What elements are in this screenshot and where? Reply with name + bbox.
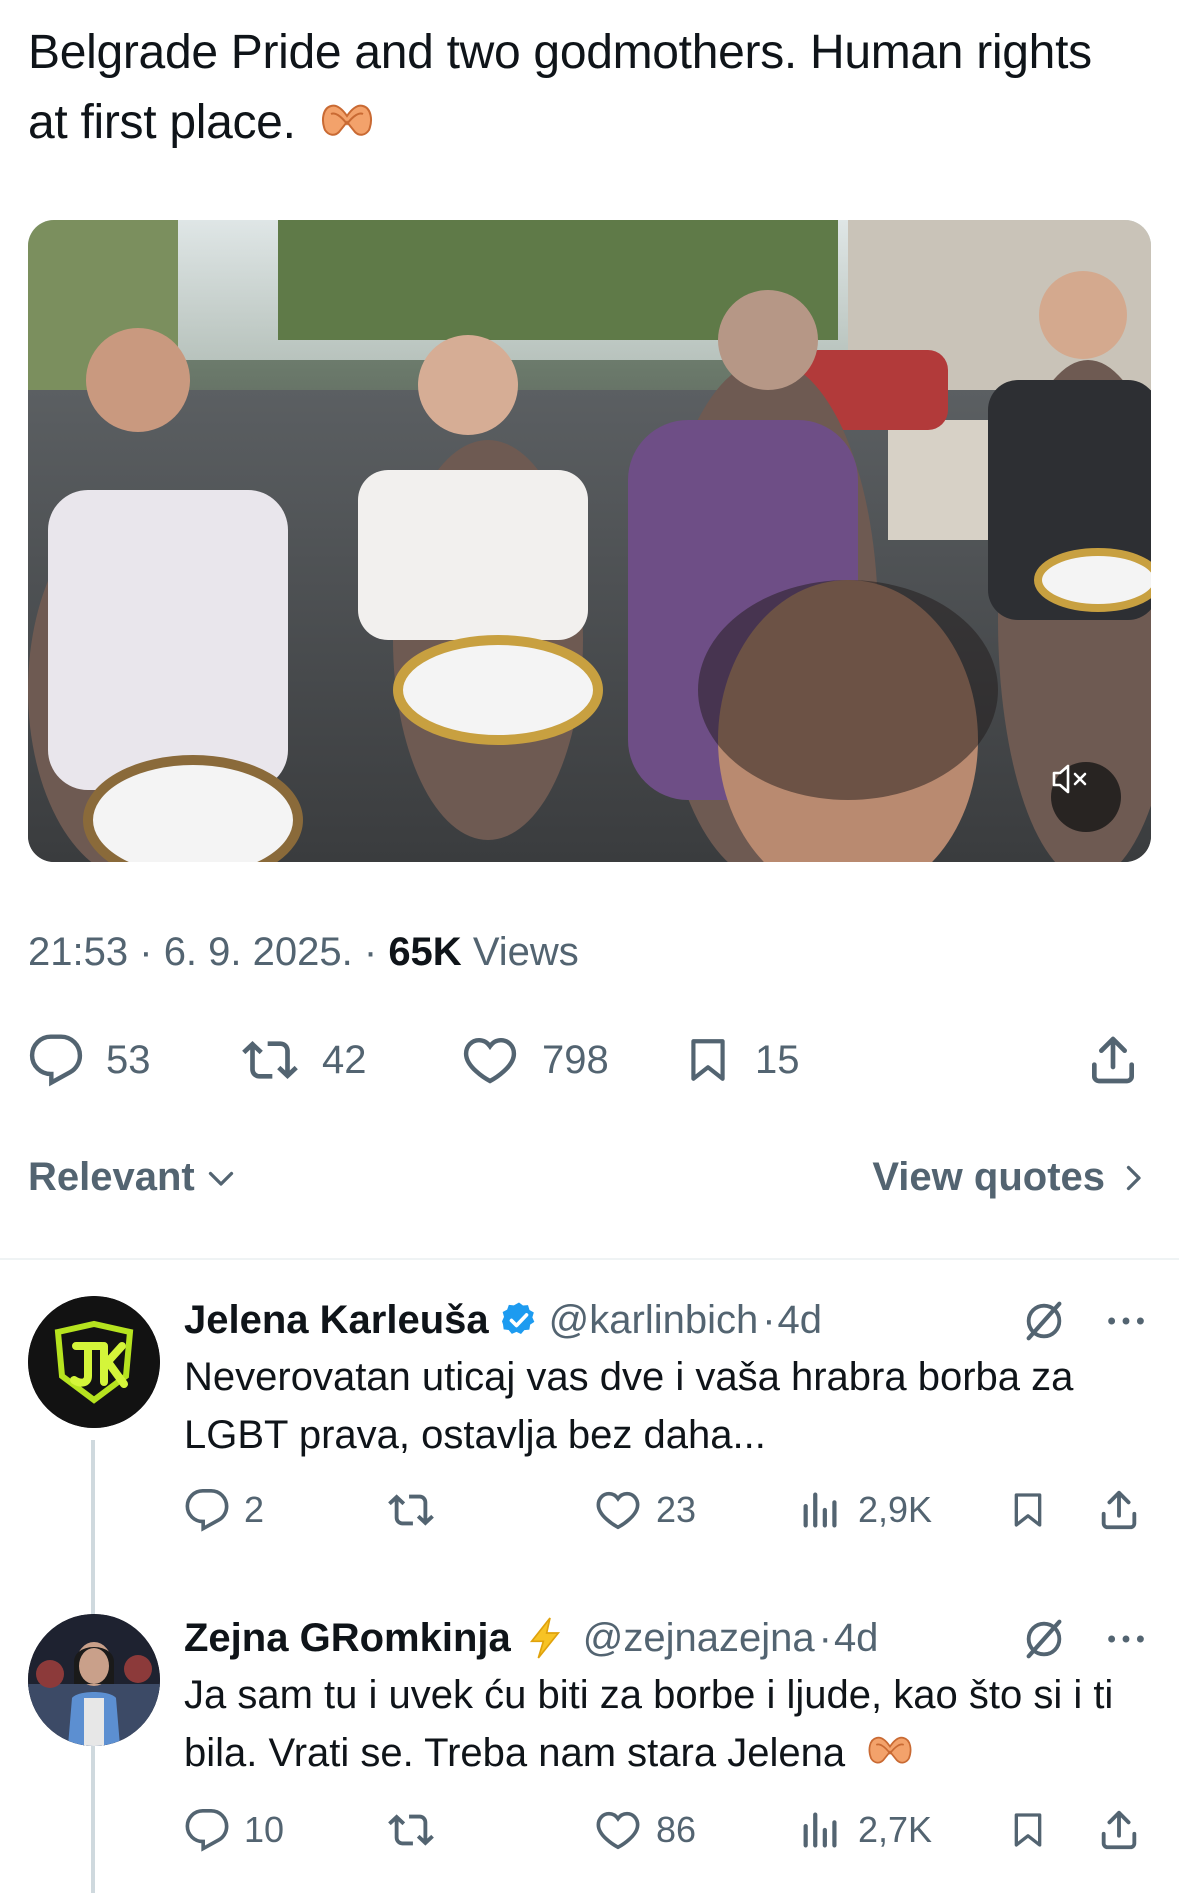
grok-icon <box>1026 1619 1062 1659</box>
grok-button[interactable] <box>1021 1616 1067 1667</box>
reply-button[interactable]: 10 <box>184 1802 284 1858</box>
grok-icon <box>1026 1301 1062 1341</box>
share-button[interactable] <box>1096 1802 1142 1858</box>
heart-icon <box>596 1491 640 1530</box>
share-button[interactable] <box>1096 1482 1142 1538</box>
more-dots-icon <box>1108 1635 1144 1643</box>
view-quotes-link[interactable]: View quotes <box>872 1155 1151 1200</box>
reply-action-bar: 2 23 2,9K <box>184 1482 1144 1538</box>
like-button[interactable]: 798 <box>460 1025 609 1095</box>
speaker-muted-icon <box>1052 764 1087 794</box>
jk-logo-avatar <box>28 1296 160 1428</box>
bookmark-button[interactable] <box>1008 1482 1048 1538</box>
avatar[interactable] <box>28 1296 160 1428</box>
meta-separator: · <box>363 930 378 974</box>
tweet-meta: 21:53 · 6. 9. 2025. · 65K Views <box>28 930 579 975</box>
bookmark-icon <box>1014 1493 1042 1527</box>
age-separator: · <box>762 1297 776 1342</box>
more-dots-icon <box>1108 1317 1144 1325</box>
repost-button[interactable] <box>386 1802 450 1858</box>
reply-button[interactable]: 53 <box>28 1025 151 1095</box>
analytics-icon <box>803 1492 837 1528</box>
reply-sort-row: Relevant View quotes <box>28 1155 1151 1215</box>
bookmark-button[interactable]: 15 <box>683 1025 800 1095</box>
like-count: 798 <box>542 1037 609 1082</box>
reply-icon <box>185 1489 229 1532</box>
views-count: 2,9K <box>858 1489 933 1530</box>
lightning-emoji <box>529 1617 560 1659</box>
reply-button[interactable]: 2 <box>184 1482 264 1538</box>
reply-age[interactable]: 4d <box>834 1616 879 1661</box>
sort-label: Relevant <box>28 1155 195 1199</box>
video-frame <box>28 220 1151 862</box>
views-count: 2,7K <box>858 1809 933 1850</box>
share-icon <box>1092 1036 1134 1084</box>
verified-badge-icon <box>501 1302 534 1334</box>
tweet-action-bar: 53 42 798 15 <box>28 1025 1151 1095</box>
age-separator: · <box>818 1615 832 1660</box>
reply-action-bar: 10 86 2,7K <box>184 1802 1144 1858</box>
views-button[interactable]: 2,9K <box>798 1482 932 1538</box>
author-name[interactable]: Zejna GRomkinja <box>184 1616 511 1661</box>
chevron-down-icon <box>208 1171 233 1186</box>
bookmark-icon <box>1014 1813 1042 1847</box>
reply-icon <box>185 1809 229 1852</box>
repost-button[interactable]: 42 <box>240 1025 367 1095</box>
repost-icon <box>388 1494 434 1526</box>
bookmark-icon <box>691 1039 725 1081</box>
repost-icon <box>388 1814 434 1846</box>
views-label: Views <box>472 930 579 974</box>
reply-count: 53 <box>106 1037 151 1082</box>
reply-header: Jelena Karleuša @karlinbich · 4d <box>184 1290 822 1350</box>
tweet-date[interactable]: 6. 9. 2025. <box>164 930 353 974</box>
bookmark-count: 15 <box>755 1037 800 1082</box>
like-button[interactable]: 86 <box>594 1802 696 1858</box>
bookmark-button[interactable] <box>1008 1802 1048 1858</box>
views-count: 65K <box>388 930 462 974</box>
tweet-text: Belgrade Pride and two godmothers. Human… <box>28 18 1108 160</box>
chevron-right-icon <box>1126 1165 1141 1190</box>
reply-text: Ja sam tu i uvek ću biti za borbe i ljud… <box>184 1666 1144 1784</box>
author-handle[interactable]: @karlinbich <box>549 1298 759 1343</box>
sort-dropdown[interactable]: Relevant <box>28 1155 239 1200</box>
like-button[interactable]: 23 <box>594 1482 696 1538</box>
section-divider <box>0 1258 1179 1260</box>
more-options-button[interactable] <box>1103 1616 1149 1667</box>
avatar[interactable] <box>28 1614 160 1746</box>
like-count: 86 <box>656 1809 697 1850</box>
share-icon <box>1101 1490 1137 1530</box>
mute-toggle-button[interactable] <box>1051 762 1121 832</box>
reply-item[interactable]: Zejna GRomkinja @zejnazejna · 4d Ja sam … <box>0 1608 1179 1893</box>
heart-hands-emoji <box>866 1726 914 1784</box>
profile-photo-avatar <box>28 1614 160 1746</box>
reply-text-content: Ja sam tu i uvek ću biti za borbe i ljud… <box>184 1673 1114 1775</box>
heart-icon <box>463 1037 517 1084</box>
author-name[interactable]: Jelena Karleuša <box>184 1298 489 1343</box>
tweet-video[interactable] <box>28 220 1151 862</box>
heart-icon <box>596 1811 640 1850</box>
repost-icon <box>242 1041 298 1079</box>
repost-count: 42 <box>322 1037 367 1082</box>
like-count: 23 <box>656 1489 697 1530</box>
view-quotes-label: View quotes <box>872 1155 1105 1199</box>
reply-age[interactable]: 4d <box>778 1298 823 1343</box>
reply-text: Neverovatan uticaj vas dve i vaša hrabra… <box>184 1355 1074 1457</box>
share-icon <box>1101 1810 1137 1850</box>
reply-icon <box>29 1034 83 1087</box>
grok-button[interactable] <box>1021 1298 1067 1349</box>
analytics-icon <box>803 1812 837 1848</box>
tweet-time[interactable]: 21:53 <box>28 930 128 974</box>
share-button[interactable] <box>1085 1025 1141 1095</box>
meta-separator: · <box>139 930 153 974</box>
more-options-button[interactable] <box>1103 1298 1149 1349</box>
reply-item[interactable]: Jelena Karleuša @karlinbich · 4d Neverov… <box>0 1290 1179 1580</box>
author-handle[interactable]: @zejnazejna <box>583 1616 815 1661</box>
repost-button[interactable] <box>386 1482 450 1538</box>
tweet-text-content: Belgrade Pride and two godmothers. Human… <box>28 26 1092 149</box>
views-button[interactable]: 2,7K <box>798 1802 932 1858</box>
reply-count: 10 <box>244 1809 285 1850</box>
heart-hands-emoji <box>319 90 375 160</box>
reply-header: Zejna GRomkinja @zejnazejna · 4d <box>184 1608 878 1668</box>
reply-count: 2 <box>244 1489 265 1530</box>
